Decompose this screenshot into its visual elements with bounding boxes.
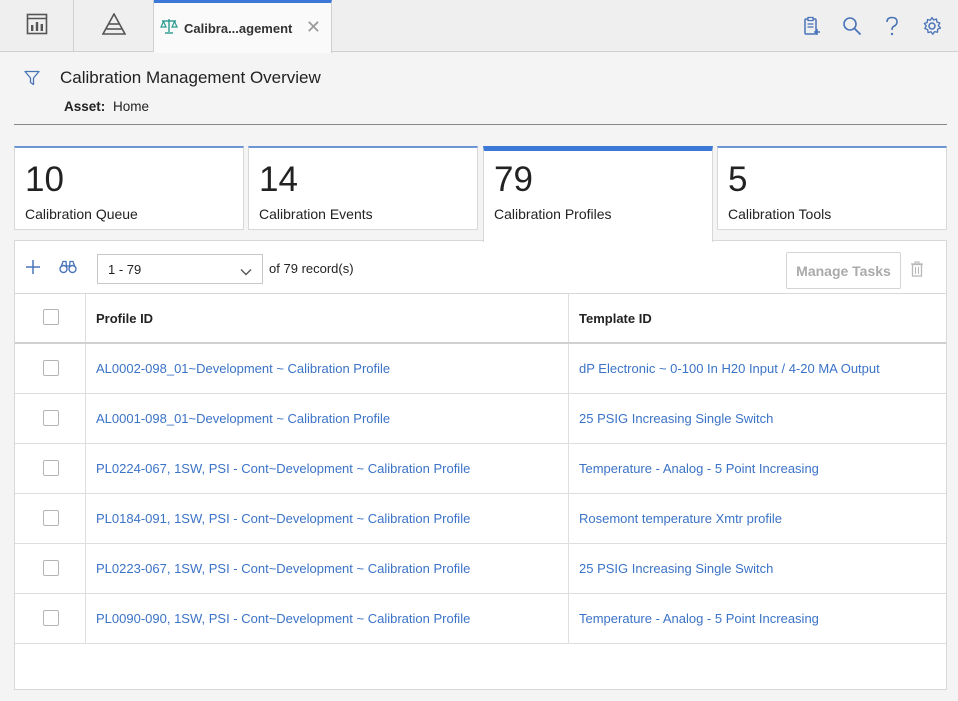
tile-calibration-profiles[interactable]: 79 Calibration Profiles (483, 146, 713, 242)
trash-icon[interactable] (910, 261, 924, 282)
asset-label: Asset: (64, 99, 106, 114)
help-icon[interactable] (880, 12, 904, 40)
record-range-select[interactable]: 1 - 79 (97, 254, 263, 284)
table-row: PL0224-067, 1SW, PSI - Cont~Development … (15, 444, 946, 494)
record-count: of 79 record(s) (269, 261, 354, 276)
clipboard-add-icon[interactable] (800, 12, 824, 40)
tab-calibration-management[interactable]: Calibra...agement ✕ (154, 0, 332, 53)
template-id-link[interactable]: Temperature - Analog - 5 Point Increasin… (579, 461, 819, 476)
row-checkbox[interactable] (43, 510, 59, 526)
gear-icon[interactable] (920, 12, 944, 40)
row-checkbox[interactable] (43, 610, 59, 626)
search-icon[interactable] (840, 12, 864, 40)
tab-asset-strategy[interactable] (74, 0, 154, 52)
tile-calibration-events[interactable]: 14 Calibration Events (248, 146, 478, 230)
asset-context: Asset: Home (64, 99, 149, 114)
tile-label: Calibration Tools (728, 206, 832, 222)
profiles-panel: 1 - 79 of 79 record(s) Manage Tasks Prof… (14, 240, 947, 690)
pyramid-icon (101, 11, 126, 40)
binoculars-icon[interactable] (59, 260, 77, 279)
profiles-grid: Profile ID Template ID AL0002-098_01~Dev… (15, 293, 946, 644)
of-text: of (269, 261, 280, 276)
table-row: PL0090-090, 1SW, PSI - Cont~Development … (15, 594, 946, 644)
profile-id-link[interactable]: PL0224-067, 1SW, PSI - Cont~Development … (96, 461, 470, 476)
profile-id-link[interactable]: AL0001-098_01~Development ~ Calibration … (96, 411, 390, 426)
profile-id-link[interactable]: PL0090-090, 1SW, PSI - Cont~Development … (96, 611, 470, 626)
template-id-link[interactable]: 25 PSIG Increasing Single Switch (579, 411, 773, 426)
tile-label: Calibration Events (259, 206, 373, 222)
tile-label: Calibration Profiles (494, 206, 612, 222)
app-tab-bar: Calibra...agement ✕ (0, 0, 958, 53)
column-header-template-id[interactable]: Template ID (579, 311, 652, 326)
tile-count: 14 (259, 160, 298, 199)
add-icon[interactable] (25, 259, 41, 280)
tile-label: Calibration Queue (25, 206, 138, 222)
table-row: AL0002-098_01~Development ~ Calibration … (15, 344, 946, 394)
row-checkbox[interactable] (43, 410, 59, 426)
tile-calibration-queue[interactable]: 10 Calibration Queue (14, 146, 244, 230)
table-row: AL0001-098_01~Development ~ Calibration … (15, 394, 946, 444)
row-checkbox[interactable] (43, 360, 59, 376)
page-title: Calibration Management Overview (60, 68, 321, 87)
template-id-link[interactable]: Temperature - Analog - 5 Point Increasin… (579, 611, 819, 626)
template-id-link[interactable]: dP Electronic ~ 0-100 In H20 Input / 4-2… (579, 361, 880, 376)
row-checkbox[interactable] (43, 460, 59, 476)
select-all-checkbox[interactable] (43, 309, 59, 325)
tile-count: 79 (494, 160, 533, 199)
dashboard-icon (26, 13, 48, 40)
records-text: record(s) (301, 261, 354, 276)
asset-value: Home (113, 99, 150, 114)
profile-id-link[interactable]: PL0223-067, 1SW, PSI - Cont~Development … (96, 561, 470, 576)
page-header: Calibration Management Overview Asset: H… (14, 52, 947, 125)
tab-dashboard[interactable] (0, 0, 74, 52)
row-checkbox[interactable] (43, 560, 59, 576)
profile-id-link[interactable]: AL0002-098_01~Development ~ Calibration … (96, 361, 390, 376)
table-row: PL0223-067, 1SW, PSI - Cont~Development … (15, 544, 946, 594)
profile-id-link[interactable]: PL0184-091, 1SW, PSI - Cont~Development … (96, 511, 470, 526)
tile-count: 5 (728, 160, 748, 199)
grid-header-row: Profile ID Template ID (15, 294, 946, 344)
table-row: PL0184-091, 1SW, PSI - Cont~Development … (15, 494, 946, 544)
scale-icon (160, 18, 178, 39)
manage-tasks-button[interactable]: Manage Tasks (786, 252, 901, 289)
filter-icon[interactable] (24, 70, 40, 91)
tile-calibration-tools[interactable]: 5 Calibration Tools (717, 146, 947, 230)
tab-title: Calibra...agement (184, 20, 293, 36)
template-id-link[interactable]: Rosemont temperature Xmtr profile (579, 511, 782, 526)
column-header-profile-id[interactable]: Profile ID (96, 311, 153, 326)
total-count: 79 (283, 261, 298, 276)
record-range-value: 1 - 79 (108, 262, 142, 277)
tile-count: 10 (25, 160, 64, 199)
template-id-link[interactable]: 25 PSIG Increasing Single Switch (579, 561, 773, 576)
close-icon[interactable]: ✕ (306, 18, 321, 36)
chevron-down-icon (240, 264, 252, 279)
